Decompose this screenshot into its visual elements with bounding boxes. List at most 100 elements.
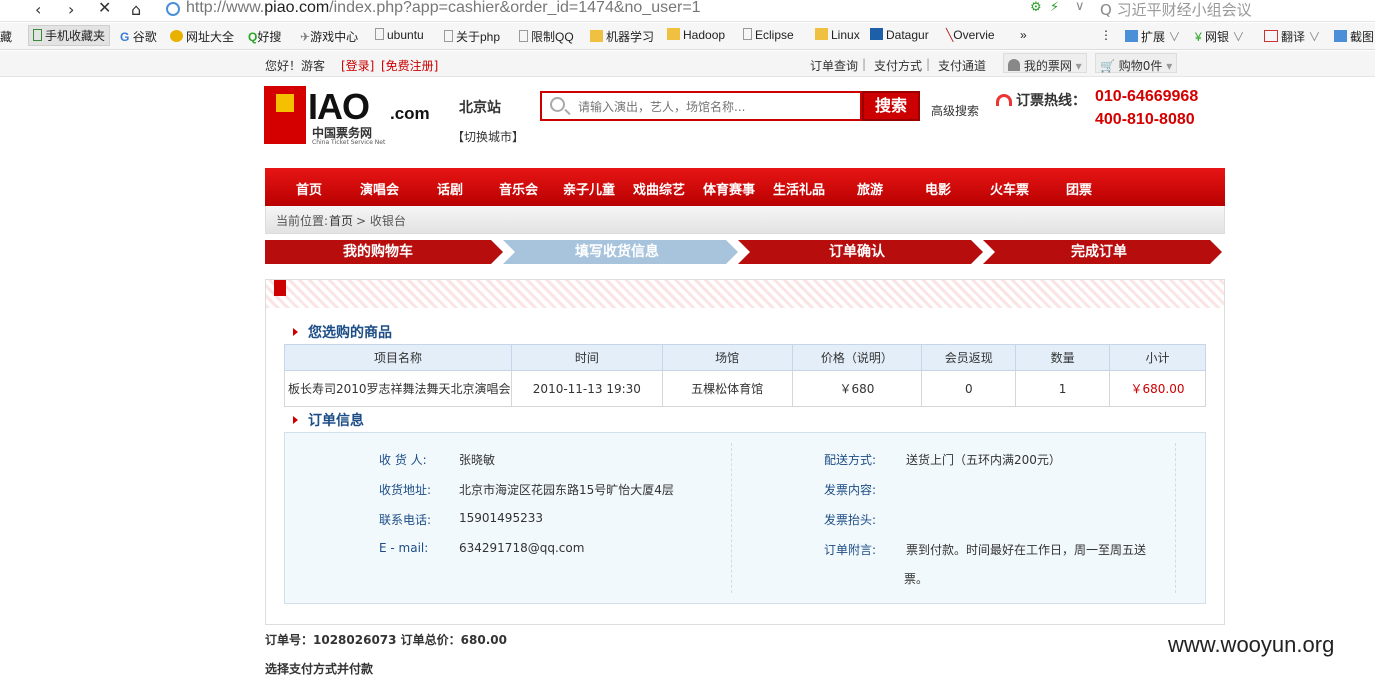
back-icon[interactable]: ‹	[35, 0, 41, 19]
order-note-value: 票到付款。时间最好在工作日，周一至周五送	[906, 543, 1147, 557]
switch-city-link[interactable]: 【切换城市】	[452, 128, 524, 145]
user-icon	[1008, 59, 1020, 71]
bookmark-hadoop[interactable]: Hadoop	[667, 28, 725, 42]
breadcrumb-home[interactable]: 首页	[329, 212, 353, 229]
advanced-search-link[interactable]: 高级搜索	[931, 102, 979, 119]
breadcrumb-current: > 收银台	[356, 214, 406, 228]
main-nav: 首页 演唱会 话剧 音乐会 亲子儿童 戏曲综艺 体育赛事 生活礼品 旅游 电影 …	[265, 168, 1225, 206]
site-logo[interactable]: IAO .com 中国票务网 China Ticket Service Net	[264, 84, 434, 148]
nav-concerts[interactable]: 演唱会	[360, 179, 399, 198]
my-account-dropdown[interactable]: 我的票网 ▾	[1003, 53, 1087, 73]
bookmark-nav[interactable]: 网址大全	[170, 28, 234, 45]
column-header: 场馆	[661, 344, 793, 371]
login-link[interactable]: [登录]	[341, 57, 374, 74]
home-icon[interactable]: ⌂	[131, 0, 141, 19]
cart-icon: 🛒	[1100, 59, 1115, 73]
item-subtotal: ￥680.00	[1109, 370, 1206, 407]
speed-icon[interactable]: ⚡	[1050, 0, 1059, 15]
register-link[interactable]: [免费注册]	[381, 57, 438, 74]
order-query-link[interactable]: 订单查询	[810, 57, 858, 74]
panel-decoration	[266, 280, 1224, 308]
nav-gifts[interactable]: 生活礼品	[773, 179, 825, 198]
address-bar[interactable]: http://www.piao.com/index.php?app=cashie…	[186, 0, 701, 17]
nav-sports[interactable]: 体育赛事	[703, 179, 755, 198]
bookmark-haosou[interactable]: Q好搜	[248, 28, 281, 45]
item-quantity: 1	[1015, 370, 1111, 407]
address-value: 北京市海淀区花园东路15号旷怡大厦4层	[459, 483, 674, 497]
bookmark-item[interactable]: 藏	[0, 28, 12, 45]
item-name[interactable]: 板长寿司2010罗志祥舞法舞天北京演唱会	[284, 370, 512, 407]
nav-group[interactable]: 团票	[1066, 179, 1092, 198]
cart-dropdown[interactable]: 🛒 购物0件 ▾	[1095, 53, 1178, 73]
item-time: 2010-11-13 19:30	[510, 370, 663, 407]
column-header: 数量	[1015, 344, 1111, 371]
current-city: 北京站	[459, 100, 501, 116]
nav-home[interactable]: 首页	[296, 179, 322, 198]
item-cashback: 0	[921, 370, 1017, 407]
nav-opera[interactable]: 戏曲综艺	[633, 179, 685, 198]
screenshot-button[interactable]: 截图	[1334, 28, 1374, 45]
goods-section-title: 您选购的商品	[293, 322, 392, 342]
payment-methods-link[interactable]: 支付方式	[874, 57, 922, 74]
browser-toolbar: ‹ › ✕ ⌂ http://www.piao.com/index.php?ap…	[0, 0, 1375, 22]
column-header: 会员返现	[921, 344, 1017, 371]
bookmark-linux[interactable]: Linux	[815, 28, 860, 42]
url-dropdown-icon[interactable]: ∨	[1075, 0, 1085, 14]
browser-search-box[interactable]: Q 习近平财经小组会议	[1100, 0, 1252, 20]
translate-button[interactable]: 翻译 ∨	[1264, 28, 1320, 45]
menu-dots-icon[interactable]: ⋮	[1100, 28, 1112, 42]
nav-train[interactable]: 火车票	[990, 179, 1029, 198]
nav-music[interactable]: 音乐会	[499, 179, 538, 198]
logo-text: IAO	[308, 86, 370, 127]
bookmark-php[interactable]: 关于php	[444, 28, 500, 45]
separator: |	[862, 57, 867, 71]
chart-icon	[870, 28, 883, 40]
nav-drama[interactable]: 话剧	[437, 179, 463, 198]
bookmark-mobile-favorites[interactable]: 手机收藏夹	[28, 25, 111, 46]
folder-icon	[590, 30, 603, 42]
bookmarks-more-icon[interactable]: »	[1020, 28, 1027, 42]
table-row: 板长寿司2010罗志祥舞法舞天北京演唱会 2010-11-13 19:30 五棵…	[284, 370, 1206, 407]
bookmark-ubuntu[interactable]: ubuntu	[375, 28, 424, 42]
bookmark-qq[interactable]: 限制QQ	[519, 28, 574, 45]
step-complete: 完成订单	[1071, 244, 1127, 260]
search-input[interactable]	[578, 98, 858, 116]
watermark: www.wooyun.org	[1168, 632, 1335, 657]
step-shipping-info: 填写收货信息	[575, 244, 659, 260]
hotline-number-2: 400-810-8080	[1095, 111, 1195, 128]
stop-icon[interactable]: ✕	[98, 0, 111, 17]
bookmark-games[interactable]: ✈游戏中心	[300, 28, 358, 45]
step-cart: 我的购物车	[343, 244, 413, 260]
item-price: ￥680	[791, 370, 923, 407]
bookmark-ml[interactable]: 机器学习	[590, 28, 654, 45]
bookmark-google[interactable]: G 谷歌	[120, 28, 157, 45]
column-header: 时间	[510, 344, 663, 371]
extensions-button[interactable]: 扩展 ∨	[1125, 28, 1180, 45]
goods-table: 项目名称 时间 场馆 价格（说明） 会员返现 数量 小计 板长寿司2010罗志祥…	[284, 344, 1206, 407]
folder-icon	[667, 28, 680, 40]
order-summary: 订单号：1028026073 订单总价：680.00	[265, 633, 507, 647]
scissors-icon	[1334, 30, 1347, 42]
forward-icon[interactable]: ›	[68, 0, 74, 19]
phone-icon	[33, 29, 42, 41]
nav-travel[interactable]: 旅游	[857, 179, 883, 198]
breadcrumb: 当前位置: 首页 > 收银台	[265, 206, 1225, 234]
ebank-button[interactable]: ¥ 网银 ∨	[1195, 28, 1244, 45]
nav-movies[interactable]: 电影	[925, 179, 951, 198]
receiver-label: 收 货 人:	[379, 453, 427, 467]
hotline-number-1: 010-64669968	[1095, 88, 1199, 105]
invoice-title-label: 发票抬头:	[824, 513, 877, 527]
column-header: 价格（说明）	[791, 344, 923, 371]
page-icon	[444, 30, 453, 42]
bookmark-overview[interactable]: ╲Overvie	[946, 28, 995, 42]
site-icon	[166, 2, 180, 16]
security-icon[interactable]: ⚙	[1030, 0, 1042, 15]
divider	[731, 443, 732, 593]
payment-channel-link[interactable]: 支付通道	[938, 57, 986, 74]
bookmark-datagur[interactable]: Datagur	[870, 28, 929, 42]
payment-heading: 选择支付方式并付款	[265, 662, 374, 676]
address-label: 收货地址:	[379, 483, 432, 497]
nav-kids[interactable]: 亲子儿童	[563, 179, 615, 198]
bookmark-eclipse[interactable]: Eclipse	[743, 28, 794, 42]
search-button[interactable]: 搜索	[862, 91, 920, 121]
